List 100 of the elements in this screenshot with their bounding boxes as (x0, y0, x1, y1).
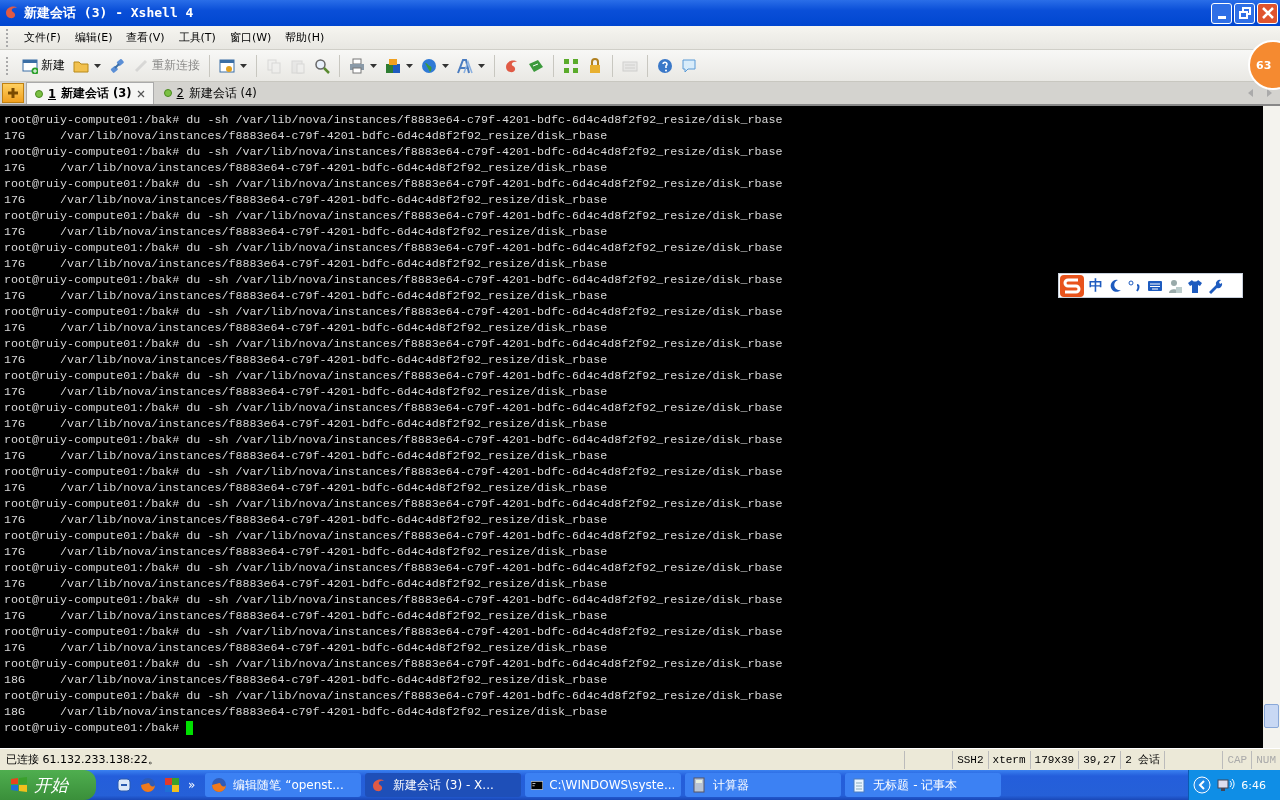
terminal-line: root@ruiy-compute01:/bak# du -sh /var/lib/nova/instances/f8883e64-c79f-4201-bdfc-6d4c4d8f2f92_resize/disk_rbase (4, 304, 783, 320)
browser-icon[interactable] (140, 777, 156, 793)
minimize-button[interactable] (1211, 2, 1232, 24)
fullscreen-icon (563, 57, 579, 74)
s-logo-icon[interactable] (1059, 273, 1085, 298)
session-tab[interactable]: 1 新建会话 (3) (26, 82, 154, 104)
terminal-prompt: root@ruiy-compute01:/bak# (4, 720, 181, 736)
terminal-line: 17G /var/lib/nova/instances/f8883e64-c79f-4201-bdfc-6d4c4d8f2f92_resize/disk_rbase (4, 320, 608, 336)
tab-label: 新建会话 (3) (61, 86, 132, 101)
terminal-line: 17G /var/lib/nova/instances/f8883e64-c79f-4201-bdfc-6d4c4d8f2f92_resize/disk_rbase (4, 544, 608, 560)
menu-item[interactable]: 窗口(W) (222, 28, 279, 47)
terminal-line: 17G /var/lib/nova/instances/f8883e64-c79f-4201-bdfc-6d4c4d8f2f92_resize/disk_rbase (4, 128, 608, 144)
input-mode-toggle[interactable]: 中 (1089, 276, 1103, 295)
terminal-line: 17G /var/lib/nova/instances/f8883e64-c79f-4201-bdfc-6d4c4d8f2f92_resize/disk_rbase (4, 384, 608, 400)
scroll-right-icon[interactable] (1267, 89, 1272, 97)
terminal-line: root@ruiy-compute01:/bak# du -sh /var/lib/nova/instances/f8883e64-c79f-4201-bdfc-6d4c4d8f2f92_resize/disk_rbase (4, 624, 783, 640)
menu-item[interactable]: 帮助(H) (278, 28, 332, 47)
windows-logo-icon (10, 776, 28, 794)
wrench-icon[interactable] (1207, 277, 1223, 294)
lock-icon (587, 57, 603, 74)
toolbar-button[interactable]: 新建 (19, 54, 68, 77)
terminal-line: root@ruiy-compute01:/bak# du -sh /var/lib/nova/instances/f8883e64-c79f-4201-bdfc-6d4c4d8f2f92_resize/disk_rbase (4, 176, 783, 192)
status-field: xterm (987, 750, 1030, 769)
terminal-line: 18G /var/lib/nova/instances/f8883e64-c79f-4201-bdfc-6d4c4d8f2f92_resize/disk_rbase (4, 672, 608, 688)
terminal-line: root@ruiy-compute01:/bak# du -sh /var/lib/nova/instances/f8883e64-c79f-4201-bdfc-6d4c4d8f2f92_resize/disk_rbase (4, 144, 783, 160)
restore-icon (1238, 7, 1251, 19)
status-field: SSH2 (952, 750, 988, 769)
status-field: 2 会话 (1120, 750, 1165, 769)
copy-icon (266, 57, 282, 74)
link-icon (109, 57, 125, 74)
terminal-line: root@ruiy-compute01:/bak# du -sh /var/lib/nova/instances/f8883e64-c79f-4201-bdfc-6d4c4d8f2f92_resize/disk_rbase (4, 688, 783, 704)
shirt-icon[interactable] (1187, 277, 1203, 294)
app-grid-icon[interactable] (164, 777, 180, 793)
terminal-line: 17G /var/lib/nova/instances/f8883e64-c79f-4201-bdfc-6d4c4d8f2f92_resize/disk_rbase (4, 352, 608, 368)
notepad-icon (851, 777, 868, 793)
close-button[interactable] (1257, 2, 1278, 24)
status-field: 39,27 (1078, 750, 1121, 769)
status-dot-icon (163, 89, 172, 97)
restore-button[interactable] (1234, 2, 1255, 24)
minimize-icon (1217, 15, 1226, 19)
properties-icon (219, 57, 235, 74)
network-icon[interactable] (1217, 777, 1236, 793)
status-field: 179x39 (1029, 750, 1079, 769)
new-tab-button[interactable] (2, 83, 24, 103)
chevron-left-icon[interactable] (1193, 776, 1212, 794)
window-title: 新建会话 (3) - Xshell 4 (24, 4, 194, 22)
taskbar-button[interactable]: 无标题 - 记事本 (845, 773, 1002, 797)
terminal-line: 17G /var/lib/nova/instances/f8883e64-c79f-4201-bdfc-6d4c4d8f2f92_resize/disk_rbase (4, 160, 608, 176)
dropdown-caret-icon (240, 63, 247, 68)
font-icon (457, 57, 473, 74)
terminal-line: root@ruiy-compute01:/bak# du -sh /var/lib/nova/instances/f8883e64-c79f-4201-bdfc-6d4c4d8f2f92_resize/disk_rbase (4, 432, 783, 448)
terminal-line: 17G /var/lib/nova/instances/f8883e64-c79f-4201-bdfc-6d4c4d8f2f92_resize/disk_rbase (4, 576, 608, 592)
status-message: 已连接 61.132.233.138:22。 (5, 752, 160, 767)
terminal-line: 17G /var/lib/nova/instances/f8883e64-c79f-4201-bdfc-6d4c4d8f2f92_resize/disk_rbase (4, 448, 608, 464)
terminal-line: root@ruiy-compute01:/bak# du -sh /var/lib/nova/instances/f8883e64-c79f-4201-bdfc-6d4c4d8f2f92_resize/disk_rbase (4, 560, 783, 576)
menu-item[interactable]: 编辑(E) (67, 28, 120, 47)
dropdown-caret-icon (478, 63, 485, 68)
terminal-line: root@ruiy-compute01:/bak# du -sh /var/lib/nova/instances/f8883e64-c79f-4201-bdfc-6d4c4d8f2f92_resize/disk_rbase (4, 528, 783, 544)
terminal-line: root@ruiy-compute01:/bak# du -sh /var/lib/nova/instances/f8883e64-c79f-4201-bdfc-6d4c4d8f2f92_resize/disk_rbase (4, 592, 783, 608)
terminal-line: 17G /var/lib/nova/instances/f8883e64-c79f-4201-bdfc-6d4c4d8f2f92_resize/disk_rbase (4, 224, 608, 240)
new-session-icon (22, 57, 38, 74)
key-indicator: CAP (1222, 750, 1252, 769)
terminal-line: root@ruiy-compute01:/bak# du -sh /var/lib/nova/instances/f8883e64-c79f-4201-bdfc-6d4c4d8f2f92_resize/disk_rbase (4, 240, 783, 256)
menu-item[interactable]: 文件(F) (17, 28, 68, 47)
terminal-line: root@ruiy-compute01:/bak# du -sh /var/lib/nova/instances/f8883e64-c79f-4201-bdfc-6d4c4d8f2f92_resize/disk_rbase (4, 208, 783, 224)
terminal-line: root@ruiy-compute01:/bak# du -sh /var/lib/nova/instances/f8883e64-c79f-4201-bdfc-6d4c4d8f2f92_resize/disk_rbase (4, 112, 783, 128)
tab-number: 1 (48, 86, 56, 101)
key-indicator: NUM (1251, 750, 1280, 769)
more-button[interactable]: » (188, 778, 196, 792)
scrollbar-thumb[interactable] (1264, 704, 1279, 728)
close-icon[interactable] (136, 89, 145, 98)
plus-icon (7, 87, 19, 99)
toolbar-grip[interactable] (6, 28, 9, 47)
taskbar-button[interactable]: 编辑随笔 “openst... (205, 773, 362, 797)
terminal-line: 17G /var/lib/nova/instances/f8883e64-c79f-4201-bdfc-6d4c4d8f2f92_resize/disk_rbase (4, 192, 608, 208)
close-icon (1261, 7, 1274, 19)
taskbar-button[interactable]: 新建会话 (3) - X... (365, 773, 522, 797)
terminal-line: 17G /var/lib/nova/instances/f8883e64-c79f-4201-bdfc-6d4c4d8f2f92_resize/disk_rbase (4, 640, 608, 656)
menu-item[interactable]: 工具(T) (171, 28, 223, 47)
help-icon (657, 57, 673, 74)
calculator-icon (691, 777, 708, 793)
terminal-line: 17G /var/lib/nova/instances/f8883e64-c79f-4201-bdfc-6d4c4d8f2f92_resize/disk_rbase (4, 512, 608, 528)
globe-icon (421, 57, 437, 74)
taskbar-button[interactable]: C:\WINDOWS\syste... (525, 773, 682, 797)
scrollbar[interactable] (1263, 106, 1280, 748)
menu-item[interactable]: 查看(V) (119, 28, 172, 47)
terminal-line: root@ruiy-compute01:/bak# du -sh /var/lib/nova/instances/f8883e64-c79f-4201-bdfc-6d4c4d8f2f92_resize/disk_rbase (4, 656, 783, 672)
terminal-line: 17G /var/lib/nova/instances/f8883e64-c79f-4201-bdfc-6d4c4d8f2f92_resize/disk_rbase (4, 608, 608, 624)
toolbar-grip[interactable] (6, 56, 9, 75)
dropdown-caret-icon (442, 63, 449, 68)
tab-number: 2 (176, 86, 184, 100)
chat-icon (681, 57, 697, 74)
terminal-line: 17G /var/lib/nova/instances/f8883e64-c79f-4201-bdfc-6d4c4d8f2f92_resize/disk_rbase (4, 288, 608, 304)
text-cursor (186, 721, 194, 735)
taskbar-button[interactable]: 计算器 (685, 773, 842, 797)
terminal-line: root@ruiy-compute01:/bak# du -sh /var/lib/nova/instances/f8883e64-c79f-4201-bdfc-6d4c4d8f2f92_resize/disk_rbase (4, 464, 783, 480)
dropdown-caret-icon (370, 63, 377, 68)
search-icon (314, 57, 330, 74)
dropdown-caret-icon (94, 63, 101, 68)
terminal-line: root@ruiy-compute01:/bak# du -sh /var/lib/nova/instances/f8883e64-c79f-4201-bdfc-6d4c4d8f2f92_resize/disk_rbase (4, 336, 783, 352)
